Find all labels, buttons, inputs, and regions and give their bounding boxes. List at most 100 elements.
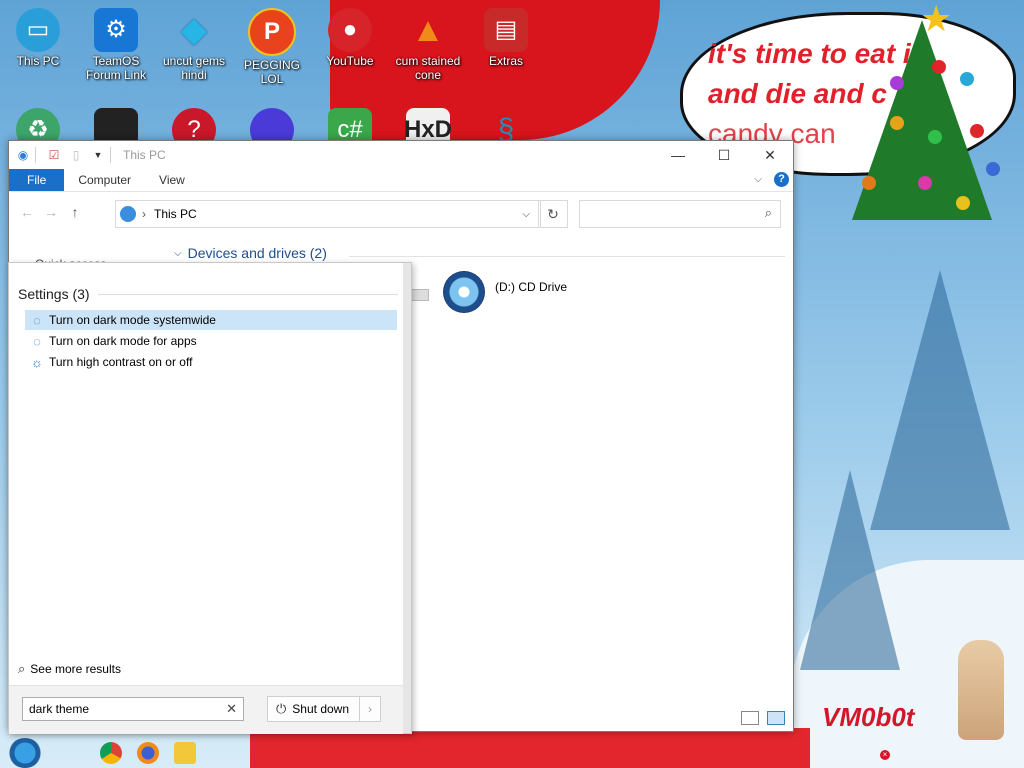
chevron-down-icon[interactable]: ⌵	[522, 209, 530, 220]
ornament	[986, 162, 1000, 176]
search-field[interactable]: ✕	[22, 697, 244, 721]
brightness-icon: ☼	[31, 354, 43, 370]
result-label: Turn on dark mode for apps	[49, 334, 197, 348]
drive-usage-bar	[411, 289, 429, 301]
dancer-figure	[958, 640, 1004, 740]
close-button[interactable]: ✕	[747, 141, 793, 169]
desktop-icon-label: YouTube	[326, 54, 374, 68]
desktop-icon-uncut-gems[interactable]: ◆ uncut gems hindi	[158, 8, 230, 82]
maximize-button[interactable]: ☐	[701, 141, 747, 169]
refresh-button[interactable]: ↻	[538, 200, 568, 228]
start-button[interactable]	[8, 738, 42, 768]
back-button[interactable]: ←	[15, 204, 39, 220]
properties-icon[interactable]: ☑	[46, 147, 62, 163]
palette-icon: ◌	[33, 333, 41, 349]
firefox-icon[interactable]	[137, 742, 159, 764]
p-logo-icon: P	[248, 8, 296, 56]
up-button[interactable]: ↑	[63, 204, 87, 220]
palette-icon: ◌	[33, 312, 41, 328]
angry-bird-icon: ●	[328, 8, 372, 52]
group-header-label: Devices and drives (2)	[187, 245, 327, 261]
divider	[110, 147, 111, 163]
diamond-icon: ◆	[180, 11, 208, 49]
see-more-results[interactable]: ⌕ See more results	[18, 661, 121, 677]
tab-file[interactable]: File	[9, 169, 65, 191]
window-controls: — ☐ ✕	[655, 141, 793, 169]
ornament	[956, 196, 970, 210]
ornament	[890, 116, 904, 130]
desktop-icon-label: PEGGING LOL	[243, 58, 300, 86]
desktop-icon-label: cum stained cone	[395, 54, 461, 82]
power-icon: ⏻	[276, 701, 287, 716]
desktop-icon-teamos[interactable]: ⚙ TeamOS Forum Link	[80, 8, 152, 82]
customize-quick-access-icon[interactable]: ▼	[90, 147, 106, 163]
ornament	[932, 60, 946, 74]
search-bar-area: ✕ ⏻ Shut down ›	[9, 685, 403, 734]
shutdown-options-button[interactable]: ›	[359, 697, 380, 721]
drive-item-cd[interactable]: (D:) CD Drive	[443, 271, 567, 313]
chrome-icon[interactable]	[100, 742, 122, 764]
ornament	[890, 76, 904, 90]
group-header-devices[interactable]: ⌵ Devices and drives (2)	[174, 245, 327, 261]
divider	[97, 293, 398, 295]
start-search-panel[interactable]: Settings (3) ◌ Turn on dark mode systemw…	[8, 262, 412, 734]
large-icons-view-icon[interactable]	[767, 711, 785, 725]
desktop-icon-label: TeamOS Forum Link	[85, 54, 147, 82]
file-explorer-icon[interactable]	[174, 742, 196, 764]
search-results: Settings (3) ◌ Turn on dark mode systemw…	[9, 263, 403, 734]
cd-drive-icon	[443, 271, 485, 313]
ornament	[928, 130, 942, 144]
ornament	[960, 72, 974, 86]
breadcrumb-this-pc[interactable]: This PC	[154, 207, 197, 221]
desktop-icon-youtube[interactable]: ● YouTube	[314, 8, 386, 68]
drive-label: (D:) CD Drive	[495, 280, 567, 294]
desktop-icon-extras[interactable]: ▤ Extras	[470, 8, 542, 68]
desktop-icon-cone[interactable]: ▲ cum stained cone	[392, 8, 464, 82]
chevron-right-icon[interactable]: ›	[142, 207, 146, 221]
search-input[interactable]	[27, 701, 221, 717]
book-icon: ▤	[484, 8, 528, 52]
divider	[349, 256, 785, 257]
new-folder-icon[interactable]: ▯	[68, 147, 84, 163]
ornament	[862, 176, 876, 190]
monitor-icon: ▭	[16, 8, 60, 52]
help-button[interactable]: ?	[774, 172, 789, 187]
gear-icon: ⚙	[94, 8, 138, 52]
result-dark-mode-apps[interactable]: ◌ Turn on dark mode for apps	[25, 331, 397, 351]
ribbon-tabs: File Computer View ⌵ ?	[9, 169, 793, 192]
view-switcher	[741, 711, 785, 725]
result-label: Turn on dark mode systemwide	[49, 313, 216, 327]
section-header: Settings (3)	[18, 286, 398, 302]
desktop-icon-pegging[interactable]: P PEGGING LOL	[236, 8, 308, 86]
clear-icon[interactable]: ✕	[226, 701, 237, 717]
result-high-contrast[interactable]: ☼ Turn high contrast on or off	[25, 352, 397, 372]
search-input[interactable]: ⌕	[579, 200, 781, 228]
details-view-icon[interactable]	[741, 711, 759, 725]
tab-view[interactable]: View	[145, 169, 199, 191]
search-icon: ⌕	[764, 205, 772, 220]
chevron-down-icon: ⌵	[174, 247, 182, 259]
shutdown-label: Shut down	[292, 702, 350, 716]
this-pc-icon: ◉	[17, 148, 29, 162]
address-bar[interactable]: › This PC ⌵	[115, 200, 541, 228]
this-pc-icon	[120, 206, 136, 222]
expand-ribbon-icon[interactable]: ⌵	[754, 174, 762, 185]
desktop-icon-this-pc[interactable]: ▭ This PC	[2, 8, 74, 68]
tab-computer[interactable]: Computer	[64, 169, 145, 191]
forward-button[interactable]: →	[39, 204, 63, 220]
wallpaper-tree	[800, 470, 900, 670]
scrollbar[interactable]	[403, 263, 411, 733]
star-icon: ★	[920, 0, 953, 39]
desktop-icon-label: This PC	[16, 54, 60, 68]
result-label: Turn high contrast on or off	[49, 355, 193, 369]
minimize-button[interactable]: —	[655, 141, 701, 169]
divider	[35, 147, 36, 163]
shutdown-button[interactable]: ⏻ Shut down ›	[267, 696, 381, 722]
desktop-icon-label: Extras	[488, 54, 523, 68]
section-header-label: Settings (3)	[18, 286, 90, 302]
title-bar[interactable]: ◉ ☑ ▯ ▼ This PC — ☐ ✕	[9, 141, 793, 169]
search-icon: ⌕	[18, 661, 26, 676]
navigation-bar: ← → ↑ › This PC ⌵ ↻ ⌕	[9, 192, 793, 232]
taskbar	[0, 738, 1024, 768]
result-dark-mode-systemwide[interactable]: ◌ Turn on dark mode systemwide	[25, 310, 397, 330]
